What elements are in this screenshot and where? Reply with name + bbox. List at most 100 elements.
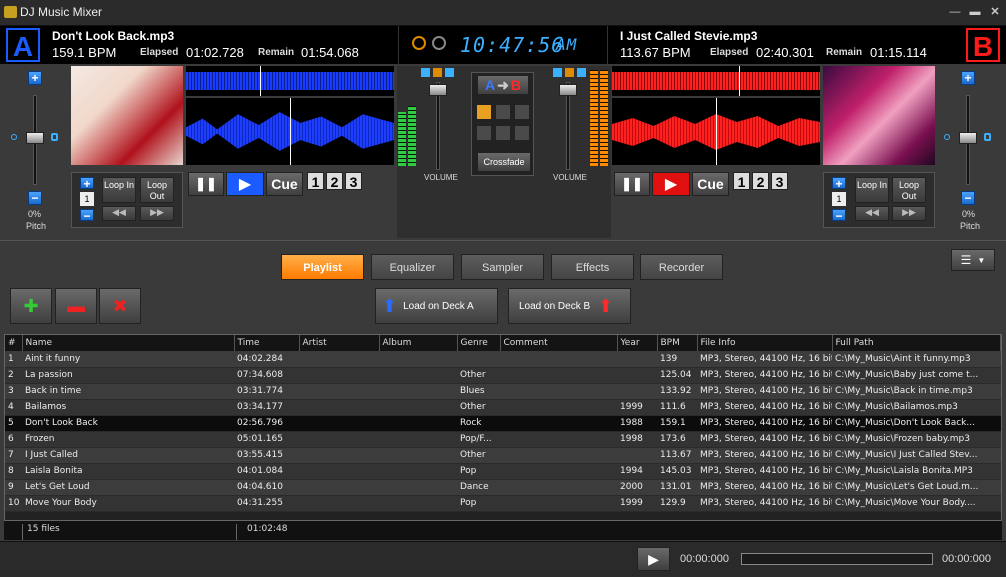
column-header[interactable]: Full Path <box>832 335 1001 351</box>
deck-a-wave-icon[interactable] <box>445 68 454 77</box>
deck-b-pitch-knob[interactable] <box>959 132 977 144</box>
deck-a-main-waveform[interactable] <box>186 98 394 165</box>
deck-b-eq-icon[interactable] <box>553 68 562 77</box>
crossfade-curve-6[interactable] <box>514 125 530 141</box>
deck-b-loop-out-button[interactable]: Loop Out <box>892 177 926 203</box>
add-file-button[interactable]: ✚ <box>10 288 52 324</box>
preview-progress-bar[interactable] <box>741 553 933 565</box>
deck-b-rewind-button[interactable]: ◀◀ <box>855 206 889 221</box>
minimize-icon[interactable]: — <box>946 4 964 20</box>
crossfade-curve-3[interactable] <box>514 104 530 120</box>
deck-b-forward-button[interactable]: ▶▶ <box>892 206 926 221</box>
table-row[interactable]: 2 La passion 07:34.608 Other 125.04 MP3, Ster… <box>5 367 1001 384</box>
column-header[interactable]: Name <box>22 335 235 351</box>
deck-b-overview-waveform[interactable] <box>612 66 820 96</box>
deck-b-pause-button[interactable]: ❚❚ <box>614 172 650 196</box>
deck-b-pitch-label: Pitch <box>960 221 981 231</box>
table-row[interactable]: 7I Just Called 03:55.415 Other 113.67 MP3, S… <box>5 447 1001 464</box>
alarm-icon[interactable] <box>432 36 446 50</box>
deck-b-loop-count-down-button[interactable]: − <box>832 209 846 222</box>
ab-switch-button[interactable]: A ➜ B <box>477 75 529 95</box>
deck-b-loop-in-button[interactable]: Loop In <box>855 177 889 203</box>
deck-a-cue-button[interactable]: Cue <box>266 172 303 196</box>
deck-a-elapsed: 01:02.728 <box>186 45 244 60</box>
deck-a-fx-icon[interactable] <box>433 68 442 77</box>
load-deck-b-button[interactable]: Load on Deck B ⬆ <box>508 288 631 324</box>
deck-a-pitch-reset-icon[interactable] <box>11 134 17 140</box>
tab-effects[interactable]: Effects <box>551 254 634 280</box>
playlist-table[interactable]: # Name Time Artist Album Genre Comment Year BPM F… <box>4 334 1002 540</box>
deck-b-cue-button[interactable]: Cue <box>692 172 729 196</box>
crossfade-curve-2[interactable] <box>495 104 511 120</box>
crossfade-button[interactable]: Crossfade <box>477 152 531 172</box>
table-row[interactable]: 5 Don't Look Back 02:56.796 Rock 1988 159.1 MP… <box>5 415 1001 432</box>
deck-a-loop-in-button[interactable]: Loop In <box>102 177 136 203</box>
table-row[interactable]: 1 Aint it funny 04:02.284 139 MP3, Stereo, 4… <box>5 351 1001 368</box>
deck-b-main-waveform[interactable] <box>612 98 820 165</box>
view-menu-button[interactable]: ☰ ▼ <box>951 249 995 271</box>
tab-playlist[interactable]: Playlist <box>281 254 364 280</box>
column-header[interactable]: Time <box>234 335 300 351</box>
deck-a-pitch-lock-icon[interactable] <box>51 133 58 141</box>
deck-a-overview-waveform[interactable] <box>186 66 394 96</box>
crossfade-curve-5[interactable] <box>495 125 511 141</box>
table-cell: MP3, Stereo, 44100 Hz, 16 bit <box>697 399 832 416</box>
deck-a-eq-icon[interactable] <box>421 68 430 77</box>
deck-b-hotcue-3[interactable]: 3 <box>771 172 788 190</box>
remove-file-button[interactable]: ▬ <box>55 288 97 324</box>
table-row[interactable]: 8 Laisla Bonita 04:01.084 Pop 1994 145.03 MP3,… <box>5 463 1001 480</box>
deck-b-pitch-up-button[interactable]: + <box>961 71 975 85</box>
deck-a-pitch-up-button[interactable]: + <box>28 71 42 85</box>
column-header[interactable]: Artist <box>299 335 380 351</box>
deck-b-hotcue-1[interactable]: 1 <box>733 172 750 190</box>
deck-b-pitch-lock-icon[interactable] <box>984 133 991 141</box>
table-cell: 1994 <box>617 463 657 480</box>
preview-play-button[interactable]: ▶ <box>637 547 670 571</box>
deck-b-wave-icon[interactable] <box>577 68 586 77</box>
close-icon[interactable]: ✕ <box>986 4 1004 20</box>
timer-icon[interactable] <box>412 36 426 50</box>
clear-list-button[interactable]: ✖ <box>99 288 141 324</box>
deck-a-rewind-button[interactable]: ◀◀ <box>102 206 136 221</box>
deck-a-play-button[interactable]: ▶ <box>226 172 264 196</box>
deck-a-pitch-knob[interactable] <box>26 132 44 144</box>
deck-a-pitch-down-button[interactable]: − <box>28 191 42 205</box>
table-row[interactable]: 9 Let's Get Loud 04:04.610 Dance 2000 131.01 M… <box>5 479 1001 496</box>
deck-b-fx-icon[interactable] <box>565 68 574 77</box>
load-deck-a-button[interactable]: ⬆ Load on Deck A <box>375 288 498 324</box>
deck-a-loop-out-button[interactable]: Loop Out <box>140 177 174 203</box>
deck-a-pause-button[interactable]: ❚❚ <box>188 172 224 196</box>
column-header[interactable]: File Info <box>697 335 833 351</box>
tab-recorder[interactable]: Recorder <box>640 254 723 280</box>
deck-b-pitch-down-button[interactable]: − <box>961 191 975 205</box>
column-header[interactable]: Genre <box>457 335 501 351</box>
column-header[interactable]: BPM <box>657 335 698 351</box>
deck-b-loop-count-up-button[interactable]: + <box>832 177 846 190</box>
crossfade-curve-1[interactable] <box>476 104 492 120</box>
tab-equalizer[interactable]: Equalizer <box>371 254 454 280</box>
maximize-icon[interactable]: ▬ <box>966 4 984 20</box>
deck-a-volume-knob[interactable] <box>429 84 447 96</box>
column-header[interactable]: Album <box>379 335 458 351</box>
deck-a-loop-count-up-button[interactable]: + <box>80 177 94 190</box>
deck-a-forward-button[interactable]: ▶▶ <box>140 206 174 221</box>
table-row[interactable]: 10 Move Your Body 04:31.255 Pop 1999 129.9 MP3… <box>5 495 1001 512</box>
deck-b-pitch-reset-icon[interactable] <box>944 134 950 140</box>
table-row[interactable]: 6 Frozen 05:01.165 Pop/F... 1998 173.6 MP3, St… <box>5 431 1001 448</box>
deck-a-hotcue-2[interactable]: 2 <box>326 172 343 190</box>
tab-sampler[interactable]: Sampler <box>461 254 544 280</box>
crossfade-curve-4[interactable] <box>476 125 492 141</box>
column-header[interactable]: Comment <box>500 335 618 351</box>
deck-b-hotcue-2[interactable]: 2 <box>752 172 769 190</box>
table-row[interactable]: 4 Bailamos 03:34.177 Other 1999 111.6 MP3, Ste… <box>5 399 1001 416</box>
table-row[interactable]: 3 Back in time 03:31.774 Blues 133.92 MP3, St… <box>5 383 1001 400</box>
deck-b-volume-knob[interactable] <box>559 84 577 96</box>
table-cell: MP3, Stereo, 44100 Hz, 16 bit <box>697 367 832 384</box>
column-header[interactable]: Year <box>617 335 658 351</box>
deck-b-play-button[interactable]: ▶ <box>652 172 690 196</box>
deck-a-hotcue-3[interactable]: 3 <box>345 172 362 190</box>
deck-a-loop-count-down-button[interactable]: − <box>80 209 94 222</box>
table-cell: MP3, Stereo, 44100 Hz, 16 bit <box>697 351 832 368</box>
deck-a-hotcue-1[interactable]: 1 <box>307 172 324 190</box>
column-header[interactable]: # <box>5 335 23 351</box>
